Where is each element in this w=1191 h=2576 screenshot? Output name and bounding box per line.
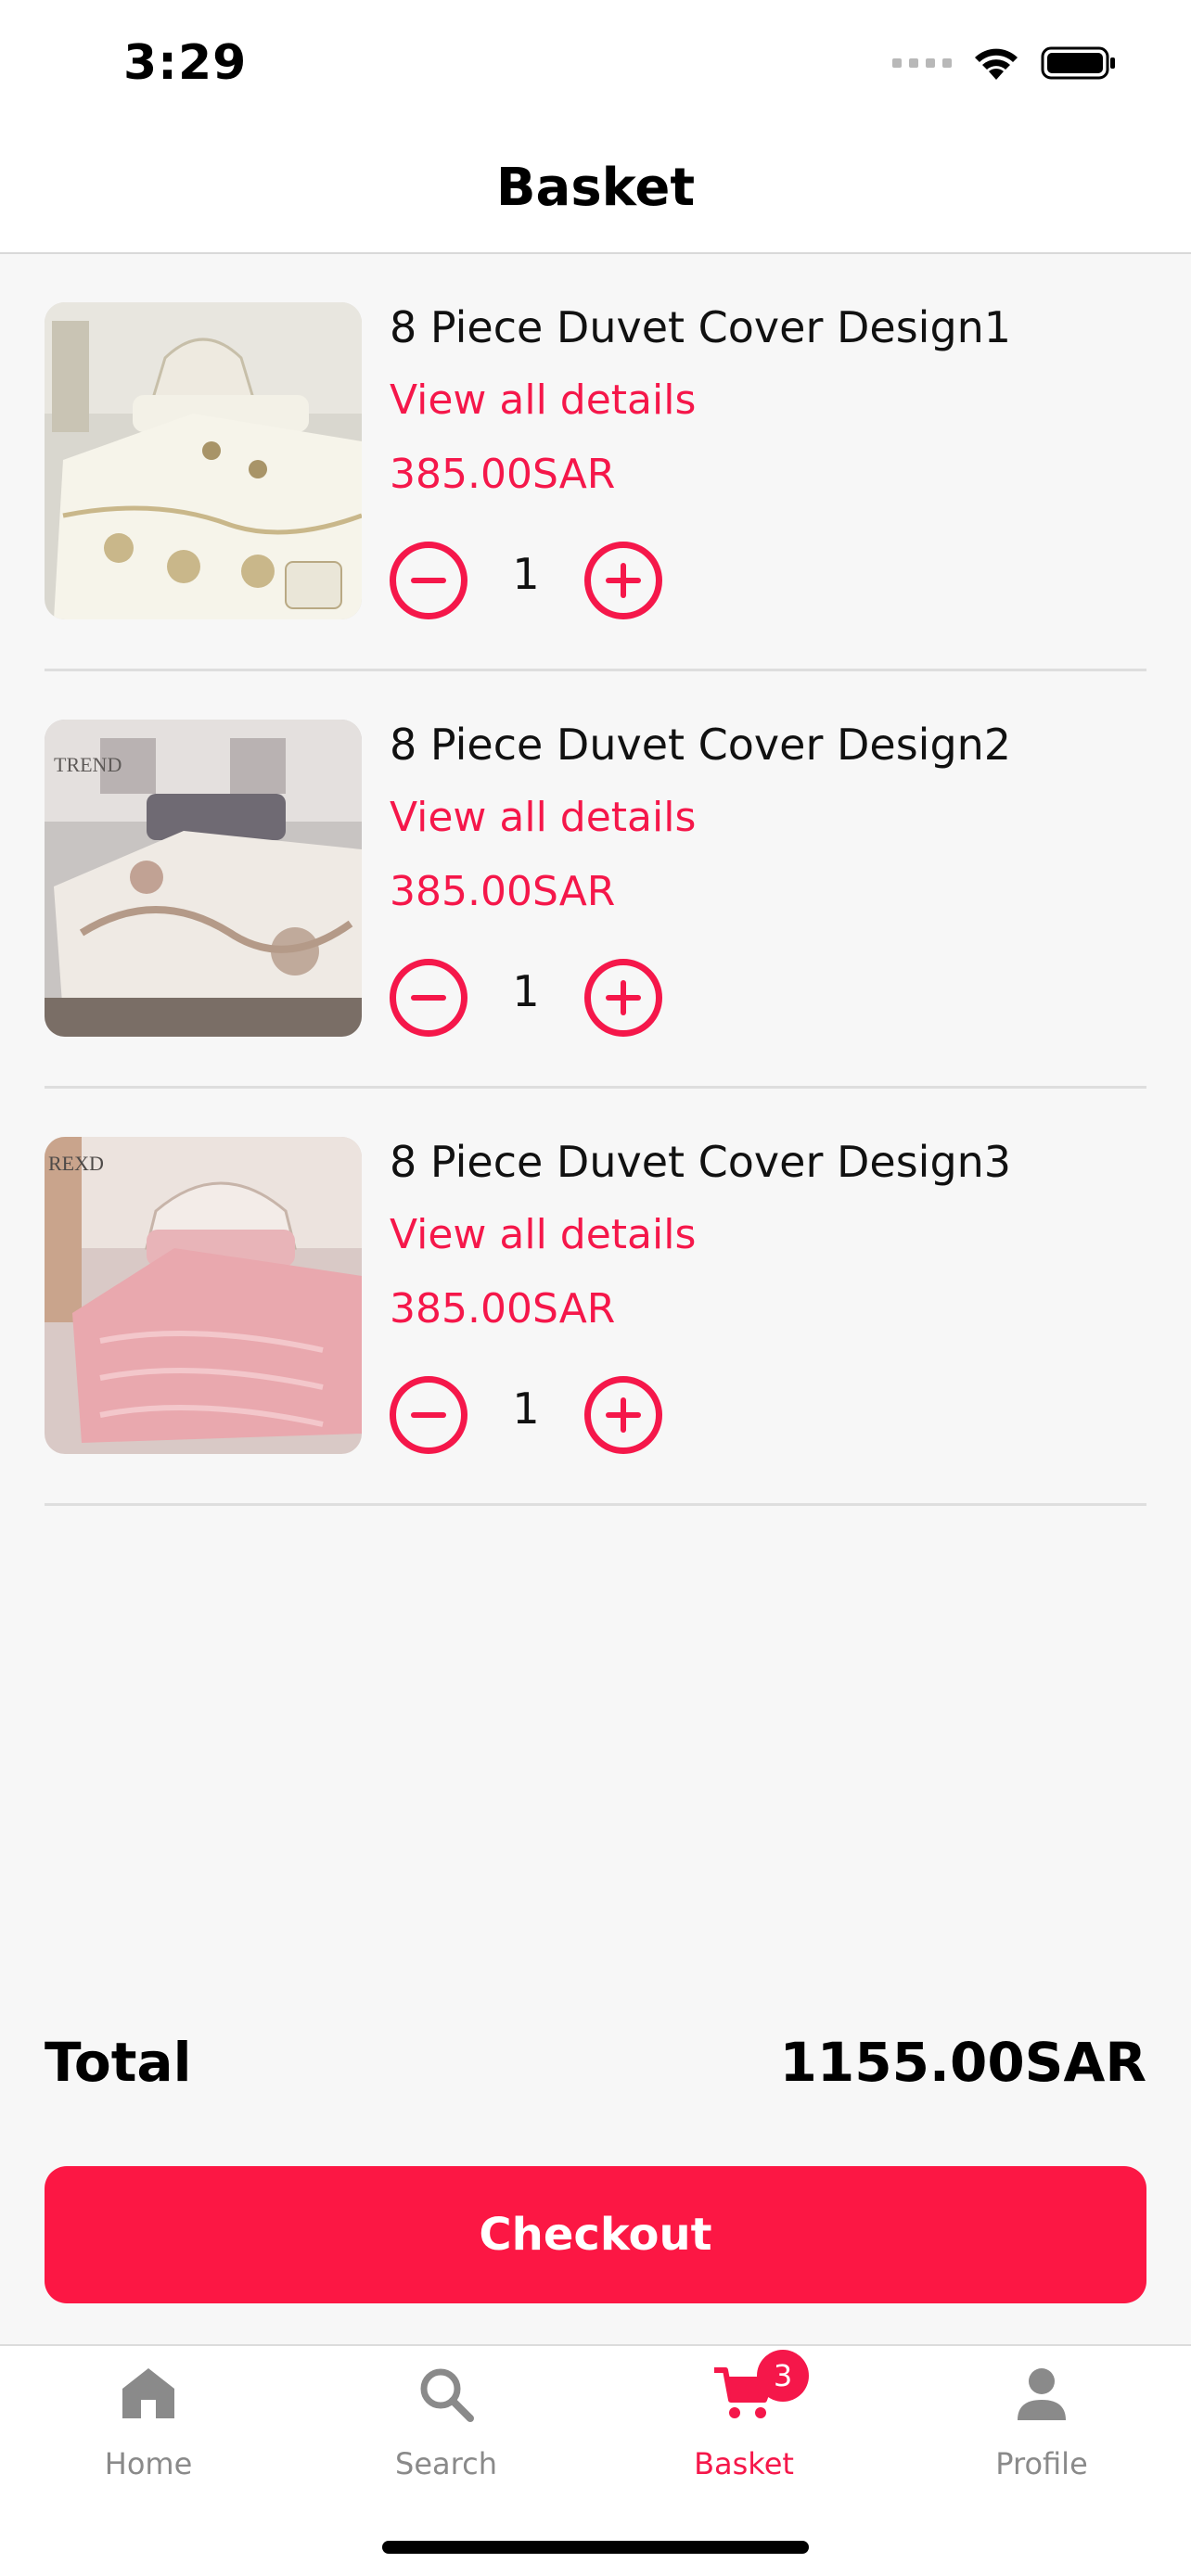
product-price: 385.00SAR	[390, 451, 616, 498]
status-icons	[892, 45, 1117, 82]
quantity-stepper: 1	[390, 542, 686, 619]
quantity-stepper: 1	[390, 1376, 686, 1454]
total-row: Total 1155.00SAR	[45, 2031, 1146, 2105]
increase-quantity-button[interactable]	[584, 542, 662, 619]
search-icon	[413, 2361, 480, 2428]
basket-list: 8 Piece Duvet Cover Design1 View all det…	[45, 254, 1146, 1506]
tab-label: Profile	[995, 2446, 1088, 2481]
checkout-button[interactable]: Checkout	[45, 2166, 1146, 2303]
tab-search[interactable]: Search	[353, 2361, 539, 2500]
quantity-value: 1	[512, 1384, 540, 1434]
total-label: Total	[45, 2031, 192, 2094]
total-value: 1155.00SAR	[779, 2031, 1147, 2094]
quantity-value: 1	[512, 549, 540, 599]
quantity-value: 1	[512, 966, 540, 1016]
cart-icon: 3	[711, 2350, 809, 2428]
svg-text:TREND: TREND	[54, 753, 122, 776]
tab-label: Search	[395, 2446, 497, 2481]
decrease-quantity-button[interactable]	[390, 542, 467, 619]
view-details-link[interactable]: View all details	[390, 1211, 696, 1258]
status-bar: 3:29	[0, 0, 1191, 137]
page-title: Basket	[495, 158, 696, 218]
decrease-quantity-button[interactable]	[390, 959, 467, 1037]
tab-label: Basket	[694, 2446, 794, 2481]
svg-text:REXD: REXD	[48, 1152, 104, 1175]
basket-item: 8 Piece Duvet Cover Design1 View all det…	[45, 254, 1146, 671]
product-name: 8 Piece Duvet Cover Design3	[390, 1137, 1012, 1187]
wifi-icon	[975, 48, 1018, 80]
decrease-quantity-button[interactable]	[390, 1376, 467, 1454]
person-icon	[1008, 2361, 1075, 2428]
view-details-link[interactable]: View all details	[390, 794, 696, 841]
product-image[interactable]: TREND	[45, 720, 362, 1037]
tab-label: Home	[104, 2446, 193, 2481]
view-details-link[interactable]: View all details	[390, 376, 696, 424]
tab-basket[interactable]: 3 Basket	[651, 2350, 837, 2500]
basket-item: TREND 8 Piece Duvet Cover Design2 View a…	[45, 671, 1146, 1089]
cart-count-badge: 3	[757, 2350, 809, 2402]
product-image[interactable]: REXD	[45, 1137, 362, 1454]
home-icon	[115, 2361, 182, 2428]
increase-quantity-button[interactable]	[584, 959, 662, 1037]
tab-profile[interactable]: Profile	[949, 2361, 1134, 2500]
product-name: 8 Piece Duvet Cover Design1	[390, 302, 1012, 352]
basket-item: REXD 8 Piece Duvet Cover Design3 View al…	[45, 1089, 1146, 1506]
status-time: 3:29	[123, 35, 248, 91]
signal-icon	[892, 58, 952, 68]
header: Basket	[0, 137, 1191, 254]
product-price: 385.00SAR	[390, 868, 616, 915]
increase-quantity-button[interactable]	[584, 1376, 662, 1454]
quantity-stepper: 1	[390, 959, 686, 1037]
home-indicator	[382, 2541, 809, 2554]
product-image[interactable]	[45, 302, 362, 619]
tab-home[interactable]: Home	[56, 2361, 241, 2500]
battery-icon	[1041, 46, 1115, 80]
product-name: 8 Piece Duvet Cover Design2	[390, 720, 1012, 770]
product-price: 385.00SAR	[390, 1285, 616, 1333]
